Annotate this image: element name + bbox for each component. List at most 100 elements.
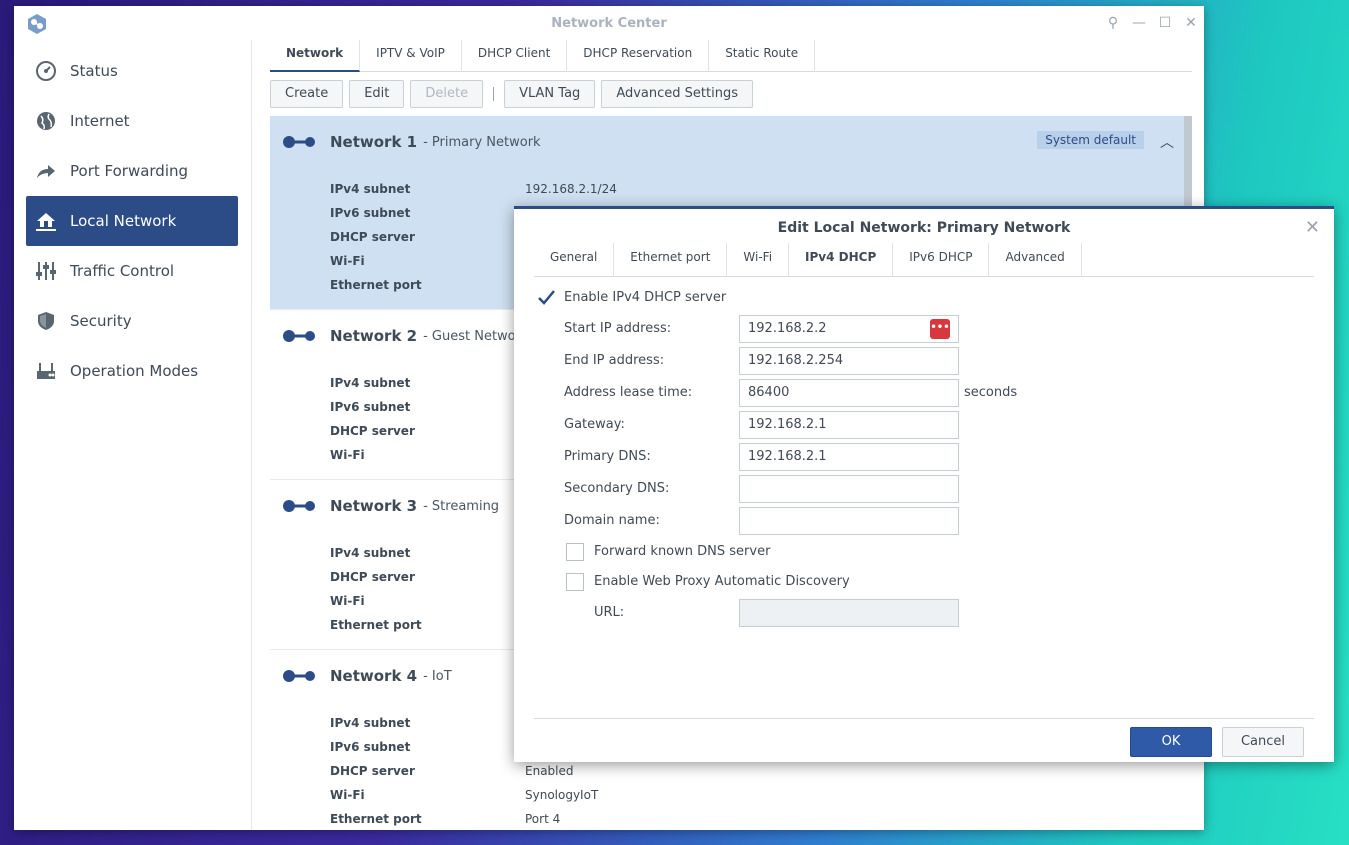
prop-label: Ethernet port	[330, 812, 422, 826]
domain-name-label: Domain name:	[564, 513, 660, 528]
sidebar-item-local-network[interactable]: Local Network	[26, 196, 238, 246]
network-description: - Primary Network	[423, 134, 541, 150]
wpad-checkbox[interactable]	[566, 573, 584, 591]
network-link-icon	[283, 330, 315, 342]
secondary-dns-label: Secondary DNS:	[564, 481, 670, 496]
pin-icon[interactable]: ⚲	[1100, 13, 1126, 33]
prop-value: SynologyIoT	[525, 788, 599, 802]
prop-value: Enabled	[525, 764, 574, 778]
tab-ipv6-dhcp[interactable]: IPv6 DHCP	[893, 243, 990, 277]
toolbar-divider	[493, 87, 495, 101]
checkmark-icon	[538, 290, 555, 305]
cancel-button[interactable]: Cancel	[1222, 727, 1304, 757]
ok-button[interactable]: OK	[1130, 727, 1212, 757]
minimize-icon[interactable]: —	[1126, 13, 1152, 33]
forward-dns-label: Forward known DNS server	[594, 544, 771, 559]
network-name: Network 2	[330, 327, 418, 345]
prop-label: DHCP server	[330, 764, 415, 778]
lease-time-unit: seconds	[964, 385, 1018, 400]
start-ip-input[interactable]: 192.168.2.2 •••	[739, 315, 959, 343]
dialog-title: Edit Local Network: Primary Network	[777, 220, 1071, 236]
wpad-label: Enable Web Proxy Automatic Discovery	[594, 574, 850, 589]
delete-button[interactable]: Delete	[410, 80, 484, 108]
network-link-icon	[283, 670, 315, 682]
network-link-icon	[283, 500, 315, 512]
enable-dhcp-label: Enable IPv4 DHCP server	[564, 290, 727, 305]
tab-ipv4-dhcp[interactable]: IPv4 DHCP	[789, 243, 894, 277]
start-ip-label: Start IP address:	[564, 321, 672, 336]
close-icon[interactable]: ✕	[1305, 217, 1320, 238]
domain-name-input[interactable]	[739, 507, 959, 535]
password-manager-icon[interactable]: •••	[930, 319, 950, 339]
tab-general[interactable]: General	[534, 243, 615, 277]
globe-icon	[34, 109, 58, 133]
start-ip-value: 192.168.2.2	[748, 321, 827, 336]
end-ip-label: End IP address:	[564, 353, 665, 368]
sidebar-item-operation-modes[interactable]: Operation Modes	[26, 346, 238, 396]
gateway-label: Gateway:	[564, 417, 625, 432]
url-label: URL:	[594, 605, 625, 620]
prop-label: DHCP server	[330, 570, 415, 584]
advanced-settings-button[interactable]: Advanced Settings	[601, 80, 753, 108]
tab-advanced[interactable]: Advanced	[989, 243, 1082, 277]
vlan-tag-button[interactable]: VLAN Tag	[504, 80, 596, 108]
end-ip-input[interactable]: 192.168.2.254	[739, 347, 959, 375]
network-description: - Streaming	[423, 498, 500, 514]
prop-label: Wi-Fi	[330, 788, 365, 802]
gauge-icon	[34, 59, 58, 83]
system-default-badge: System default	[1037, 131, 1144, 149]
url-input[interactable]	[739, 599, 959, 627]
edit-button[interactable]: Edit	[349, 80, 405, 108]
tab-wifi[interactable]: Wi-Fi	[727, 243, 790, 277]
tab-iptv-voip[interactable]: IPTV & VoIP	[360, 40, 462, 72]
network-name: Network 4	[330, 667, 418, 685]
prop-value: 192.168.2.1/24	[525, 182, 617, 196]
sidebar-item-status[interactable]: Status	[26, 46, 238, 96]
prop-label: Ethernet port	[330, 278, 422, 292]
share-arrow-icon	[34, 159, 58, 183]
prop-label: IPv4 subnet	[330, 376, 411, 390]
tab-dhcp-reservation[interactable]: DHCP Reservation	[567, 40, 710, 72]
dialog-tab-bar: General Ethernet port Wi-Fi IPv4 DHCP IP…	[534, 243, 1314, 277]
sidebar: Status Internet Port Forwarding Local Ne…	[14, 40, 252, 830]
tab-bar: Network IPTV & VoIP DHCP Client DHCP Res…	[270, 40, 1192, 72]
sidebar-item-security[interactable]: Security	[26, 296, 238, 346]
forward-dns-checkbox[interactable]	[566, 543, 584, 561]
enable-dhcp-checkbox[interactable]	[536, 288, 555, 306]
title-bar: Network Center ⚲ — ☐ ✕	[14, 6, 1204, 40]
prop-label: IPv6 subnet	[330, 740, 411, 754]
tab-static-route[interactable]: Static Route	[709, 40, 816, 72]
sidebar-item-label: Internet	[70, 112, 130, 130]
gateway-input[interactable]: 192.168.2.1	[739, 411, 959, 439]
sidebar-item-label: Status	[70, 62, 118, 80]
tab-dhcp-client[interactable]: DHCP Client	[462, 40, 568, 72]
sidebar-item-label: Security	[70, 312, 132, 330]
create-button[interactable]: Create	[270, 80, 344, 108]
sidebar-item-internet[interactable]: Internet	[26, 96, 238, 146]
prop-label: IPv4 subnet	[330, 182, 411, 196]
sidebar-item-port-forwarding[interactable]: Port Forwarding	[26, 146, 238, 196]
toolbar: Create Edit Delete VLAN Tag Advanced Set…	[270, 80, 759, 108]
lease-time-label: Address lease time:	[564, 385, 693, 400]
prop-label: Wi-Fi	[330, 594, 365, 608]
maximize-icon[interactable]: ☐	[1152, 13, 1178, 33]
secondary-dns-input[interactable]	[739, 475, 959, 503]
lease-time-input[interactable]: 86400	[739, 379, 959, 407]
sidebar-item-label: Traffic Control	[70, 262, 175, 280]
tab-ethernet-port[interactable]: Ethernet port	[614, 243, 728, 277]
primary-dns-input[interactable]: 192.168.2.1	[739, 443, 959, 471]
network-description: - IoT	[423, 668, 452, 684]
router-icon	[34, 359, 58, 383]
prop-label: IPv4 subnet	[330, 546, 411, 560]
prop-label: Ethernet port	[330, 618, 422, 632]
sidebar-item-label: Operation Modes	[70, 362, 199, 380]
tab-network[interactable]: Network	[270, 40, 361, 72]
chevron-up-icon[interactable]: ︿	[1160, 132, 1174, 152]
network-link-icon	[283, 136, 315, 148]
prop-label: Wi-Fi	[330, 254, 365, 268]
network-name: Network 3	[330, 497, 418, 515]
close-icon[interactable]: ✕	[1178, 13, 1204, 33]
home-network-icon	[34, 209, 58, 233]
sidebar-item-traffic-control[interactable]: Traffic Control	[26, 246, 238, 296]
network-name: Network 1	[330, 133, 418, 151]
